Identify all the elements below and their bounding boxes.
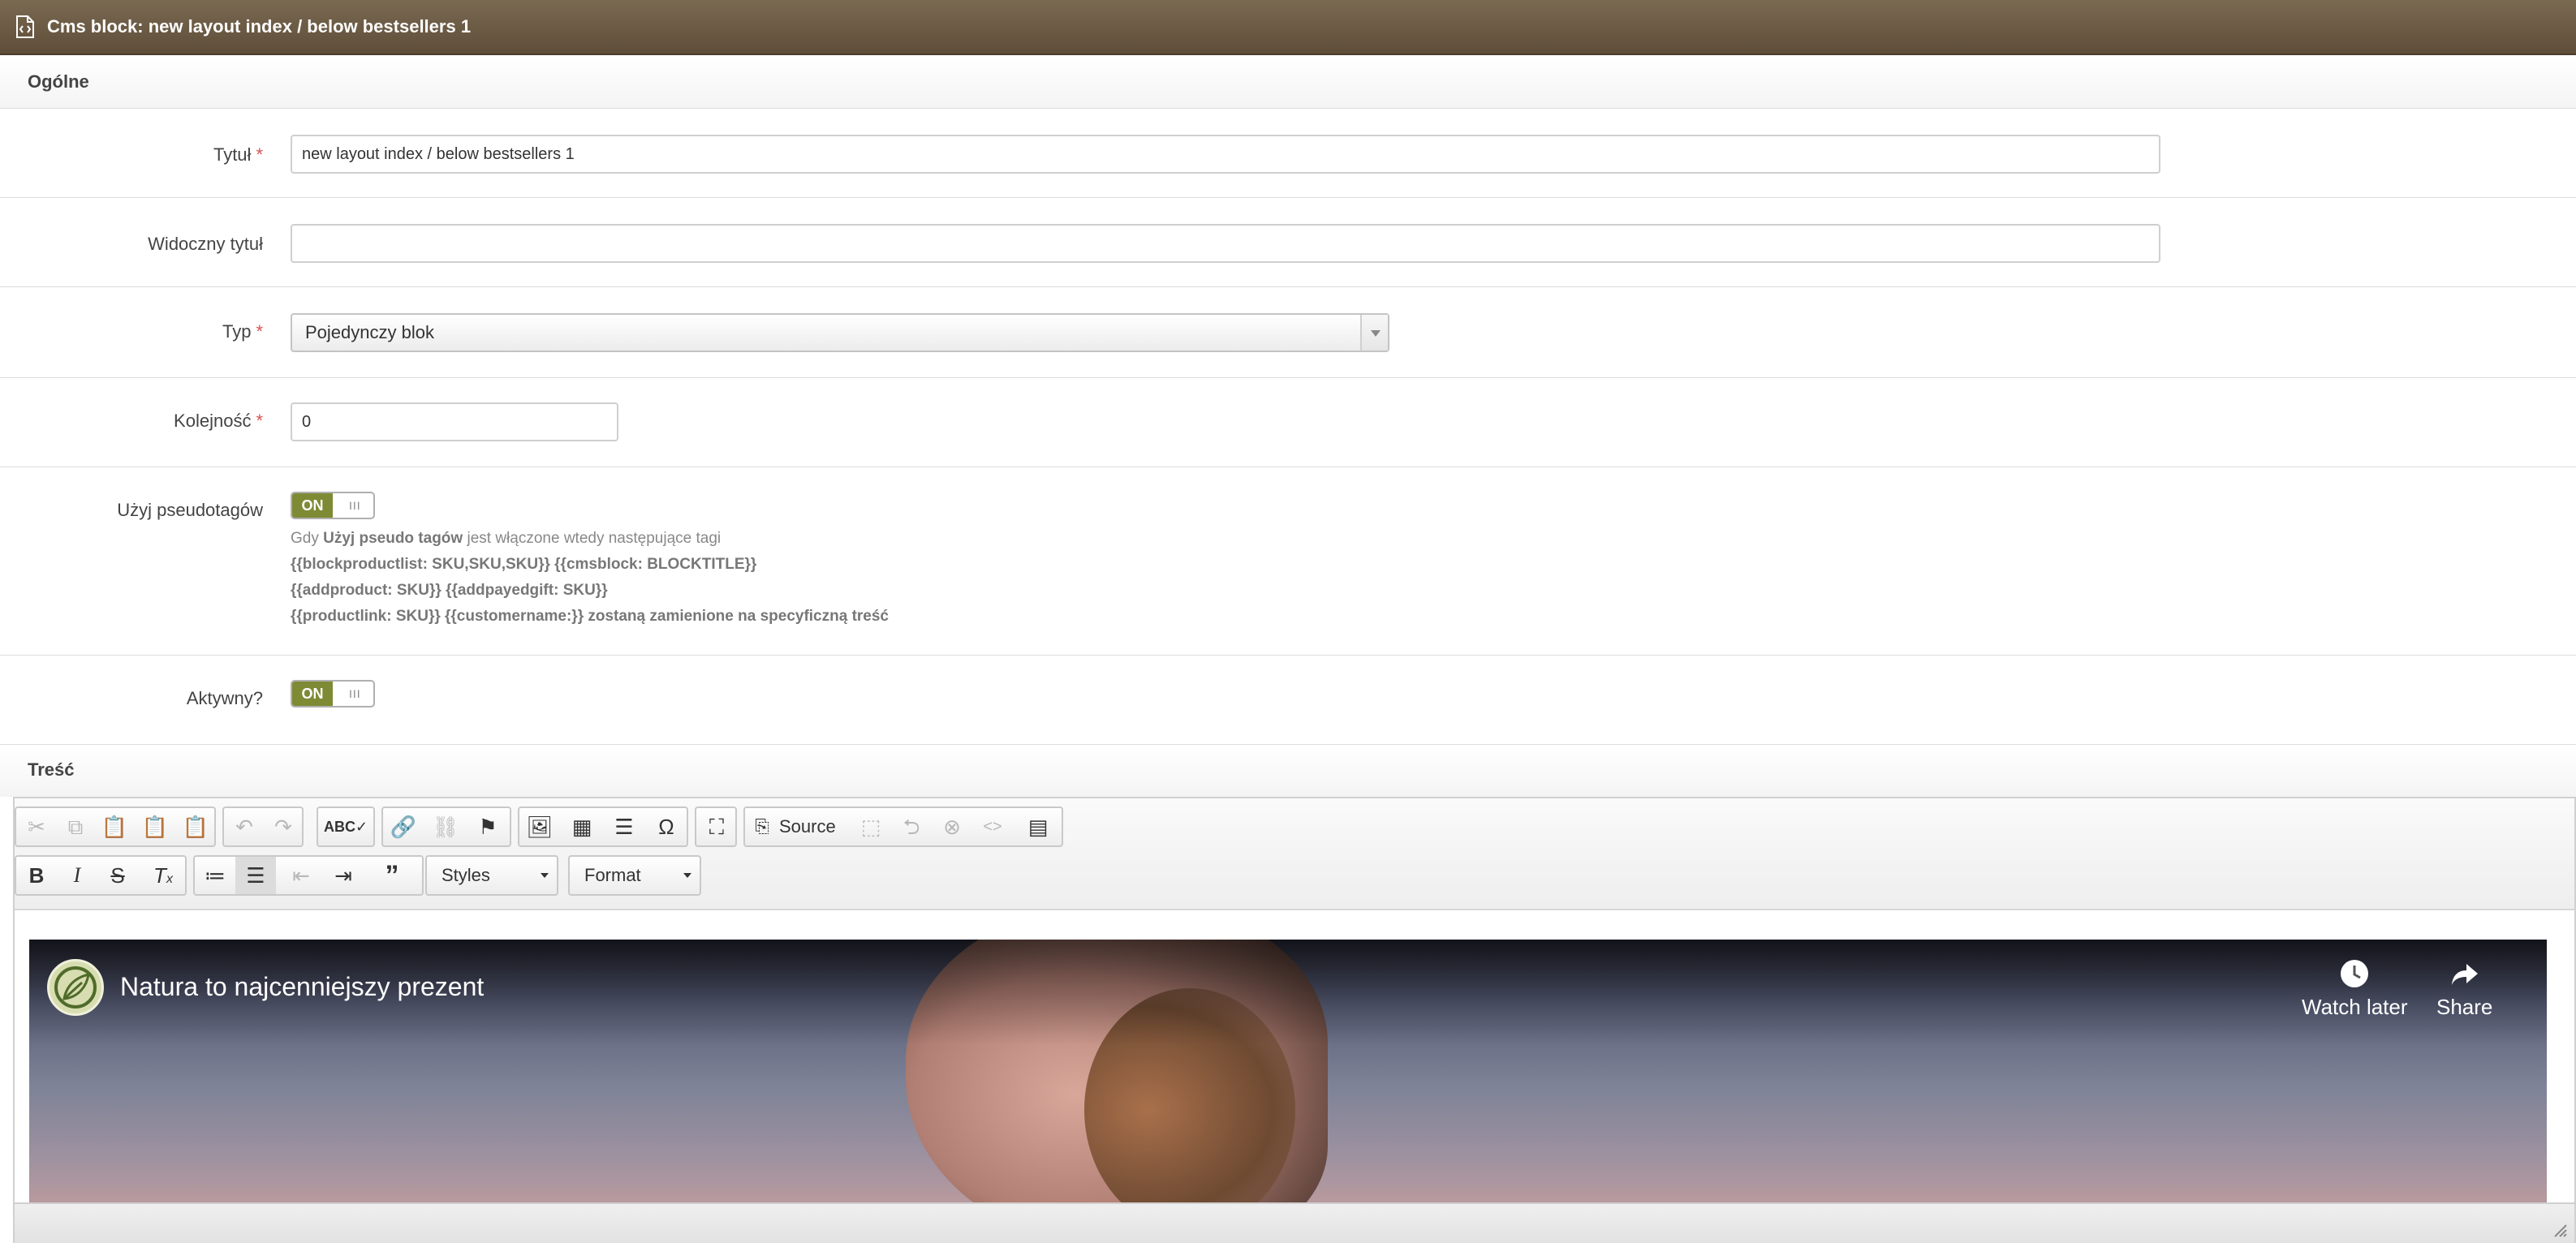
share-arrow-icon bbox=[2451, 964, 2478, 985]
pseudo-tags-label: Użyj pseudotagów bbox=[117, 500, 263, 520]
section-content-header: Treść bbox=[0, 745, 2576, 797]
visible-title-input[interactable] bbox=[291, 224, 2160, 263]
paste-icon[interactable]: 📋 bbox=[94, 808, 135, 845]
title-label: Tytuł * bbox=[213, 144, 263, 165]
chevron-down-icon bbox=[541, 873, 549, 878]
format-dropdown[interactable]: Format bbox=[568, 855, 701, 896]
special-char-icon[interactable]: Ω bbox=[646, 808, 687, 845]
numbered-list-icon[interactable]: ≔ bbox=[195, 857, 235, 894]
source-icon[interactable]: ⎘ bbox=[748, 808, 776, 845]
bold-icon[interactable]: B bbox=[16, 857, 57, 894]
editor-content-area[interactable]: Natura to najcenniejszy prezent Watch la… bbox=[15, 910, 2574, 1202]
resize-grip-icon[interactable] bbox=[2552, 1222, 2568, 1238]
toggle-on-label: ON bbox=[292, 493, 333, 518]
form-row-type: Typ * Pojedynczy blok bbox=[0, 287, 2576, 378]
history-group: ↶ ↷ bbox=[222, 806, 304, 847]
paste-word-icon[interactable]: 📋 bbox=[175, 808, 216, 845]
video-title[interactable]: Natura to najcenniejszy prezent bbox=[120, 972, 484, 1002]
help-line-1: Gdy Użyj pseudo tagów jest włączone wted… bbox=[291, 530, 722, 547]
maximize-icon[interactable]: ⛶ bbox=[696, 808, 737, 845]
outdent-icon[interactable]: ⇤ bbox=[281, 857, 321, 894]
toggle-grip-icon: III bbox=[349, 687, 361, 700]
editor-statusbar bbox=[15, 1202, 2574, 1243]
remove-format-icon[interactable]: Tx bbox=[143, 857, 183, 894]
toggle-grip-icon: III bbox=[349, 499, 361, 512]
watch-later-button[interactable]: Watch later bbox=[2302, 957, 2408, 1020]
maximize-group: ⛶ bbox=[695, 806, 737, 847]
window-title: Cms block: new layout index / below best… bbox=[47, 16, 472, 37]
editor-toolbar: ✂ ⧉ 📋 📋 📋 ↶ ↷ ABC✓ 🔗 ⛓ ⚑ 🖼 ▦ ☰ Ω ⛶ ⎘ Sou… bbox=[15, 798, 2574, 910]
form-row-pseudo-tags: Użyj pseudotagów ON III Gdy Użyj pseudo … bbox=[0, 467, 2576, 656]
document-code-icon bbox=[16, 15, 34, 38]
form-row-visible-title: Widoczny tytuł bbox=[0, 198, 2576, 287]
links-group: 🔗 ⛓ ⚑ bbox=[381, 806, 511, 847]
share-label: Share bbox=[2436, 995, 2493, 1019]
form-row-title: Tytuł * bbox=[0, 109, 2576, 198]
type-selected-value: Pojedynczy blok bbox=[305, 322, 434, 342]
strikethrough-icon[interactable]: S bbox=[97, 857, 138, 894]
document-group: ⎘ Source ⬚ ⮌ ⊗ <> ▤ bbox=[743, 806, 1063, 847]
chevron-down-icon bbox=[683, 873, 691, 878]
back-arrow-icon[interactable]: ⮌ bbox=[891, 808, 932, 845]
unlink-icon[interactable]: ⛓ bbox=[425, 808, 466, 845]
help-line-4: {{productlink: SKU}} {{customername:}} z… bbox=[291, 608, 890, 625]
source-button-label[interactable]: Source bbox=[779, 808, 836, 845]
order-label: Kolejność * bbox=[174, 411, 263, 431]
code-icon[interactable]: <> bbox=[972, 808, 1013, 845]
spellcheck-group: ABC✓ bbox=[317, 806, 375, 847]
templates-icon[interactable]: ⬚ bbox=[851, 808, 891, 845]
type-select[interactable]: Pojedynczy blok bbox=[291, 313, 1389, 352]
remove-icon[interactable]: ⊗ bbox=[932, 808, 972, 845]
help-line-2: {{blockproductlist: SKU,SKU,SKU}} {{cmsb… bbox=[291, 556, 757, 573]
styles-dropdown-label: Styles bbox=[442, 865, 490, 885]
redo-icon[interactable]: ↷ bbox=[263, 808, 304, 845]
italic-icon[interactable]: I bbox=[57, 857, 97, 894]
chevron-down-icon[interactable] bbox=[1360, 315, 1388, 351]
blockquote-icon[interactable]: ” bbox=[372, 857, 412, 894]
indent-icon[interactable]: ⇥ bbox=[323, 857, 364, 894]
leaf-logo-icon bbox=[54, 966, 97, 1009]
copy-icon[interactable]: ⧉ bbox=[55, 808, 96, 845]
toggle-on-label: ON bbox=[292, 682, 333, 706]
type-label: Typ * bbox=[222, 321, 263, 342]
form-row-active: Aktywny? ON III bbox=[0, 656, 2576, 745]
lists-group: ≔ ☰ ⇤ ⇥ ” bbox=[193, 855, 424, 896]
section-general-title: Ogólne bbox=[28, 71, 89, 92]
bulleted-list-icon[interactable]: ☰ bbox=[235, 857, 276, 894]
share-button[interactable]: Share bbox=[2436, 957, 2492, 1020]
active-toggle[interactable]: ON III bbox=[291, 680, 375, 708]
image-icon[interactable]: 🖼 bbox=[519, 808, 560, 845]
basic-styles-group: B I S Tx bbox=[15, 855, 187, 896]
pseudo-tags-toggle[interactable]: ON III bbox=[291, 492, 375, 519]
help-line-3: {{addproduct: SKU}} {{addpayedgift: SKU}… bbox=[291, 582, 608, 599]
rich-text-editor: ✂ ⧉ 📋 📋 📋 ↶ ↷ ABC✓ 🔗 ⛓ ⚑ 🖼 ▦ ☰ Ω ⛶ ⎘ Sou… bbox=[13, 797, 2576, 1243]
embedded-video[interactable]: Natura to najcenniejszy prezent Watch la… bbox=[29, 940, 2547, 1202]
format-dropdown-label: Format bbox=[584, 865, 641, 885]
active-label: Aktywny? bbox=[186, 688, 263, 708]
spellcheck-icon[interactable]: ABC✓ bbox=[318, 808, 373, 845]
undo-icon[interactable]: ↶ bbox=[224, 808, 265, 845]
window-titlebar: Cms block: new layout index / below best… bbox=[0, 0, 2576, 55]
cut-icon[interactable]: ✂ bbox=[16, 808, 57, 845]
channel-logo[interactable] bbox=[47, 959, 104, 1016]
visible-title-label: Widoczny tytuł bbox=[148, 234, 263, 254]
clock-icon bbox=[2341, 960, 2369, 987]
insert-group: 🖼 ▦ ☰ Ω bbox=[518, 806, 688, 847]
form-row-order: Kolejność * bbox=[0, 378, 2576, 467]
watch-later-label: Watch later bbox=[2302, 995, 2408, 1019]
section-general-header: Ogólne bbox=[0, 55, 2576, 109]
pseudo-tags-help: Gdy Użyj pseudo tagów jest włączone wted… bbox=[291, 526, 889, 630]
page-icon[interactable]: ▤ bbox=[1018, 808, 1058, 845]
horizontal-line-icon[interactable]: ☰ bbox=[604, 808, 644, 845]
clipboard-group: ✂ ⧉ 📋 📋 📋 bbox=[15, 806, 216, 847]
anchor-flag-icon[interactable]: ⚑ bbox=[467, 808, 508, 845]
link-icon[interactable]: 🔗 bbox=[383, 808, 424, 845]
section-content-title: Treść bbox=[28, 759, 75, 780]
paste-text-icon[interactable]: 📋 bbox=[135, 808, 175, 845]
styles-dropdown[interactable]: Styles bbox=[425, 855, 558, 896]
order-input[interactable] bbox=[291, 402, 618, 441]
title-input[interactable] bbox=[291, 135, 2160, 174]
table-icon[interactable]: ▦ bbox=[562, 808, 602, 845]
